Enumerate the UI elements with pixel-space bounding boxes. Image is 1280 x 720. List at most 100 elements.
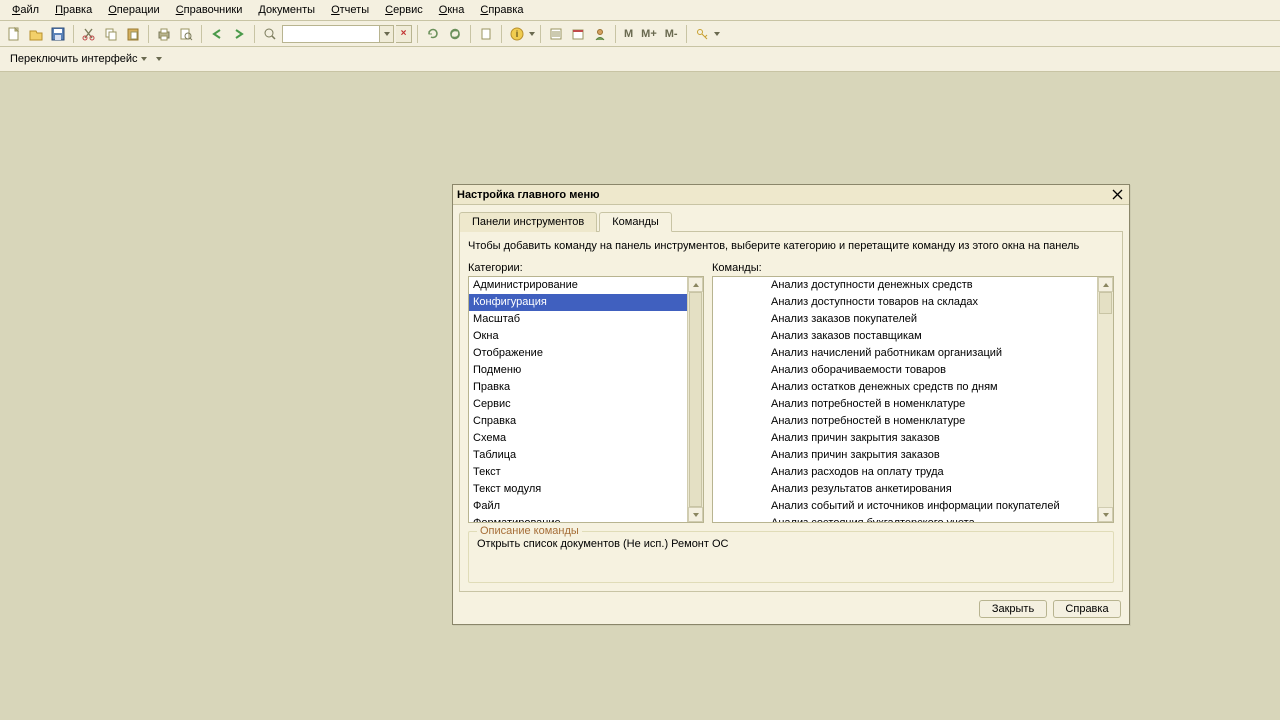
category-item[interactable]: Справка	[469, 413, 687, 430]
help-button[interactable]: Справка	[1053, 600, 1121, 618]
refresh-icon[interactable]	[423, 24, 443, 44]
command-item[interactable]: Анализ начислений работникам организаций	[713, 345, 1097, 362]
dialog-title: Настройка главного меню	[457, 189, 600, 201]
command-item[interactable]: Анализ причин закрытия заказов	[713, 447, 1097, 464]
toolbar-separator	[615, 25, 616, 43]
command-item[interactable]: Анализ состояния бухгалтерского учета	[713, 515, 1097, 522]
toolbar-separator	[470, 25, 471, 43]
scroll-up-icon[interactable]	[688, 277, 703, 292]
category-item[interactable]: Масштаб	[469, 311, 687, 328]
document-icon[interactable]	[476, 24, 496, 44]
category-item[interactable]: Файл	[469, 498, 687, 515]
copy-icon[interactable]	[101, 24, 121, 44]
menu-справка[interactable]: Справка	[472, 2, 531, 18]
info-icon[interactable]: i	[507, 24, 527, 44]
search-dropdown-icon[interactable]	[379, 26, 393, 42]
category-item[interactable]: Администрирование	[469, 277, 687, 294]
category-item[interactable]: Форматирование	[469, 515, 687, 522]
scroll-up-icon[interactable]	[1098, 277, 1113, 292]
menu-файл[interactable]: Файл	[4, 2, 47, 18]
scroll-down-icon[interactable]	[688, 507, 703, 522]
description-text: Открыть список документов (Не исп.) Ремо…	[477, 538, 1105, 550]
commands-label: Команды:	[712, 262, 1114, 274]
menu-сервис[interactable]: Сервис	[377, 2, 431, 18]
command-item[interactable]: Анализ доступности товаров на складах	[713, 294, 1097, 311]
print-preview-icon[interactable]	[176, 24, 196, 44]
command-item[interactable]: Анализ оборачиваемости товаров	[713, 362, 1097, 379]
secondary-toolbar: Переключить интерфейс	[0, 47, 1280, 72]
menu-документы[interactable]: Документы	[250, 2, 323, 18]
calendar-icon[interactable]	[568, 24, 588, 44]
calc-m-button[interactable]: M	[621, 28, 636, 40]
command-item[interactable]: Анализ расходов на оплату труда	[713, 464, 1097, 481]
category-item[interactable]: Конфигурация	[469, 294, 687, 311]
command-item[interactable]: Анализ доступности денежных средств	[713, 277, 1097, 294]
commands-listbox[interactable]: Анализ доступности денежных средствАнали…	[712, 276, 1114, 523]
menu-справочники[interactable]: Справочники	[168, 2, 251, 18]
forward-icon[interactable]	[229, 24, 249, 44]
search-clear-icon[interactable]: ×	[396, 25, 412, 43]
category-item[interactable]: Подменю	[469, 362, 687, 379]
toolbar-separator	[686, 25, 687, 43]
close-button[interactable]: Закрыть	[979, 600, 1047, 618]
user-icon[interactable]	[590, 24, 610, 44]
scroll-down-icon[interactable]	[1098, 507, 1113, 522]
paste-icon[interactable]	[123, 24, 143, 44]
command-item[interactable]: Анализ потребностей в номенклатуре	[713, 396, 1097, 413]
main-menu-settings-dialog: Настройка главного меню Панели инструмен…	[452, 184, 1130, 625]
new-icon[interactable]	[4, 24, 24, 44]
categories-listbox[interactable]: АдминистрированиеКонфигурацияМасштабОкна…	[468, 276, 704, 523]
chevron-down-icon	[156, 57, 162, 61]
command-item[interactable]: Анализ заказов поставщикам	[713, 328, 1097, 345]
category-item[interactable]: Сервис	[469, 396, 687, 413]
scrollbar[interactable]	[1097, 277, 1113, 522]
cut-icon[interactable]	[79, 24, 99, 44]
toolbar-separator	[73, 25, 74, 43]
open-icon[interactable]	[26, 24, 46, 44]
menu-правка[interactable]: Правка	[47, 2, 100, 18]
tool-dropdown-icon[interactable]	[714, 32, 720, 36]
menu-операции[interactable]: Операции	[100, 2, 167, 18]
category-item[interactable]: Текст модуля	[469, 481, 687, 498]
toolbar-separator	[501, 25, 502, 43]
search-input[interactable]	[282, 25, 394, 43]
command-item[interactable]: Анализ событий и источников информации п…	[713, 498, 1097, 515]
menu-окна[interactable]: Окна	[431, 2, 473, 18]
tab-commands[interactable]: Команды	[599, 212, 672, 232]
category-item[interactable]: Схема	[469, 430, 687, 447]
command-item[interactable]: Анализ потребностей в номенклатуре	[713, 413, 1097, 430]
search-icon[interactable]	[260, 24, 280, 44]
menu-отчеты[interactable]: Отчеты	[323, 2, 377, 18]
switch-interface-label: Переключить интерфейс	[10, 53, 138, 65]
scrollbar[interactable]	[687, 277, 703, 522]
close-icon[interactable]	[1109, 187, 1125, 203]
dialog-titlebar[interactable]: Настройка главного меню	[453, 185, 1129, 205]
switch-interface-button[interactable]: Переключить интерфейс	[4, 51, 168, 67]
refresh-all-icon[interactable]	[445, 24, 465, 44]
dialog-tabs: Панели инструментов Команды	[459, 212, 1123, 232]
hint-text: Чтобы добавить команду на панель инструм…	[468, 240, 1114, 252]
print-icon[interactable]	[154, 24, 174, 44]
command-item[interactable]: Анализ заказов покупателей	[713, 311, 1097, 328]
tab-toolbars[interactable]: Панели инструментов	[459, 212, 597, 232]
category-item[interactable]: Окна	[469, 328, 687, 345]
toolbar-separator	[540, 25, 541, 43]
category-item[interactable]: Таблица	[469, 447, 687, 464]
category-item[interactable]: Текст	[469, 464, 687, 481]
category-item[interactable]: Отображение	[469, 345, 687, 362]
category-item[interactable]: Правка	[469, 379, 687, 396]
back-icon[interactable]	[207, 24, 227, 44]
command-item[interactable]: Анализ результатов анкетирования	[713, 481, 1097, 498]
list-icon[interactable]	[546, 24, 566, 44]
calc-m-plus-button[interactable]: M+	[638, 28, 660, 40]
chevron-down-icon	[141, 57, 147, 61]
tool-key-icon[interactable]	[692, 24, 712, 44]
main-toolbar: × i M M+ M-	[0, 21, 1280, 47]
save-icon[interactable]	[48, 24, 68, 44]
calc-m-minus-button[interactable]: M-	[662, 28, 681, 40]
command-item[interactable]: Анализ причин закрытия заказов	[713, 430, 1097, 447]
toolbar-separator	[201, 25, 202, 43]
svg-text:i: i	[516, 29, 519, 39]
info-dropdown-icon[interactable]	[529, 32, 535, 36]
command-item[interactable]: Анализ остатков денежных средств по дням	[713, 379, 1097, 396]
